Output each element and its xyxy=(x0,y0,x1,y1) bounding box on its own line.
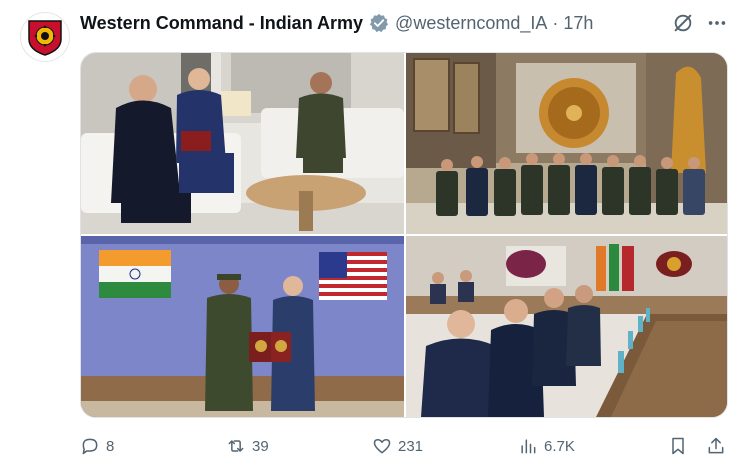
share-button[interactable] xyxy=(706,432,726,460)
reply-count: 8 xyxy=(106,437,115,455)
action-bar: 8 39 231 6.7K xyxy=(80,432,728,460)
reply-icon xyxy=(82,438,98,455)
like-count: 231 xyxy=(398,437,424,455)
memento-exchange-photo[interactable] xyxy=(81,236,404,417)
separator-dot: · xyxy=(552,12,559,33)
media-grid xyxy=(80,52,728,418)
repost-icon xyxy=(228,440,244,452)
grok-icon[interactable] xyxy=(670,10,696,36)
verified-badge-icon[interactable] xyxy=(369,13,389,33)
avatar[interactable] xyxy=(20,12,70,62)
reply-button[interactable]: 8 xyxy=(80,432,114,460)
western-command-logo-icon xyxy=(28,20,62,56)
share-icon xyxy=(708,437,724,454)
bookmark-icon xyxy=(672,437,684,455)
views-button[interactable]: 6.7K xyxy=(518,432,575,460)
more-options-icon[interactable] xyxy=(704,10,730,36)
like-button[interactable]: 231 xyxy=(372,432,423,460)
bookmark-button[interactable] xyxy=(668,432,688,460)
heart-icon xyxy=(373,439,391,454)
conference-hall-group-photo[interactable] xyxy=(406,53,727,234)
tweet-header: Western Command - Indian Army @westernco… xyxy=(80,10,640,36)
repost-button[interactable]: 39 xyxy=(226,432,269,460)
boardroom-meeting-photo[interactable] xyxy=(406,236,727,417)
view-count: 6.7K xyxy=(544,437,575,455)
handle[interactable]: @westerncomd_IA xyxy=(395,13,547,34)
meeting-lounge-photo[interactable] xyxy=(81,53,404,234)
analytics-icon xyxy=(521,439,536,454)
repost-count: 39 xyxy=(252,437,269,455)
display-name[interactable]: Western Command - Indian Army xyxy=(80,13,363,34)
timestamp[interactable]: 17h xyxy=(563,13,593,34)
